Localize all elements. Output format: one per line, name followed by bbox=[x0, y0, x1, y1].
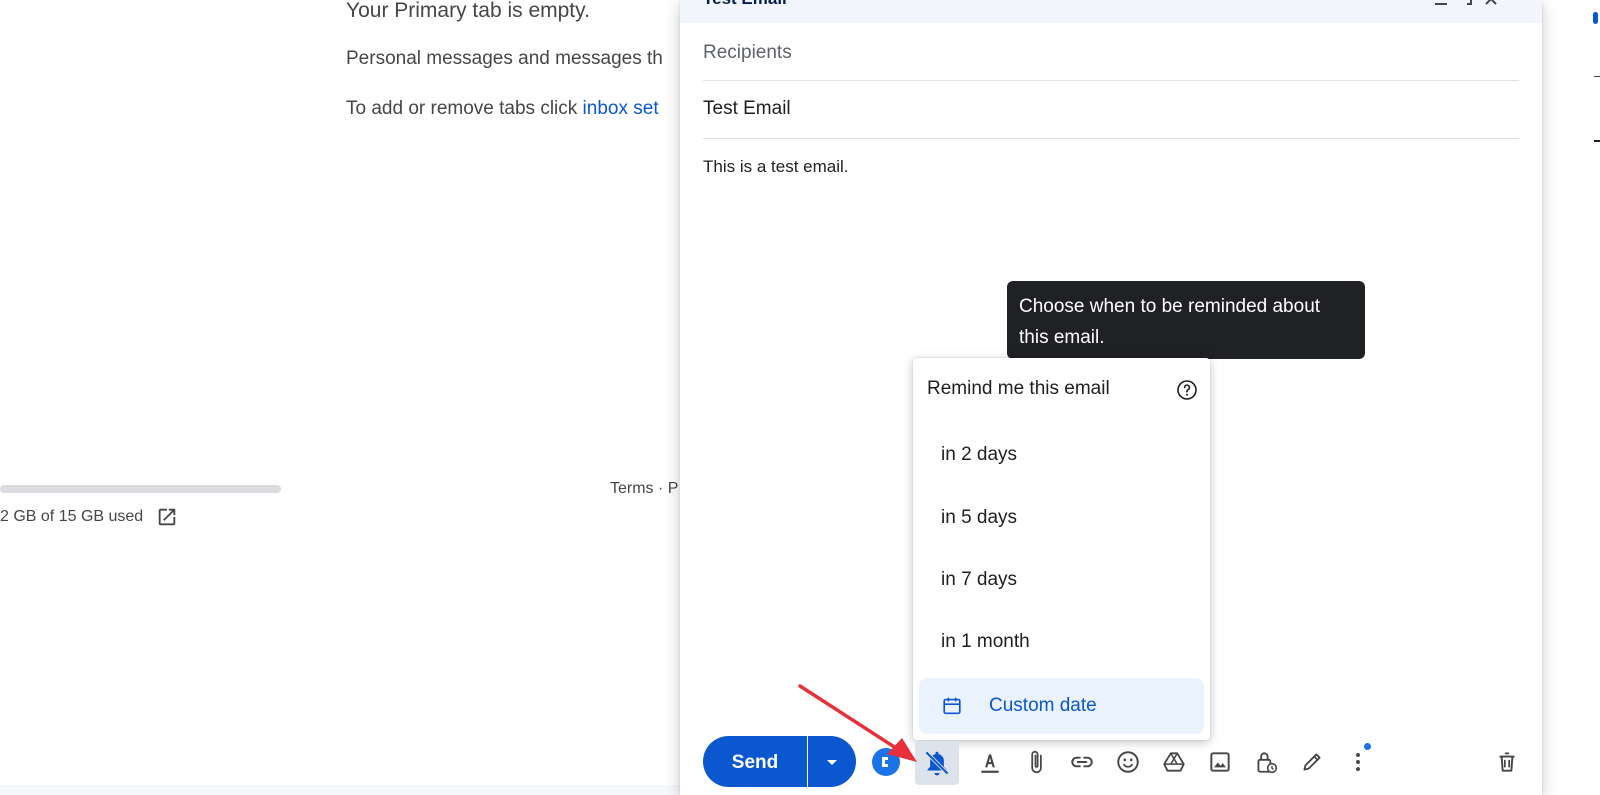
inbox-settings-link[interactable]: inbox set bbox=[583, 98, 659, 119]
empty-primary-description: Personal messages and messages th bbox=[346, 48, 663, 69]
recipients-placeholder: Recipients bbox=[703, 42, 792, 63]
signature-icon[interactable] bbox=[1296, 746, 1328, 778]
custom-date-option[interactable]: Custom date bbox=[919, 678, 1204, 734]
annotation-arrow-icon bbox=[798, 684, 917, 762]
subject-field[interactable]: Test Email bbox=[703, 85, 1519, 139]
link-icon[interactable] bbox=[1066, 746, 1098, 778]
reminder-tooltip: Choose when to be reminded about this em… bbox=[1007, 281, 1365, 359]
drive-icon[interactable] bbox=[1158, 746, 1190, 778]
external-link-icon[interactable] bbox=[156, 506, 178, 528]
subject-value: Test Email bbox=[703, 98, 791, 119]
emoji-icon[interactable] bbox=[1112, 746, 1144, 778]
more-options-icon[interactable] bbox=[1342, 743, 1374, 778]
side-panel-add-icon[interactable] bbox=[1594, 140, 1600, 142]
minimize-icon[interactable] bbox=[1432, 0, 1450, 8]
custom-date-label: Custom date bbox=[989, 695, 1097, 716]
delete-icon[interactable] bbox=[1491, 746, 1523, 778]
remind-option-5-days[interactable]: in 5 days bbox=[913, 487, 1210, 549]
bottom-band bbox=[0, 785, 680, 795]
storage-usage-text: 2 GB of 15 GB used bbox=[0, 508, 144, 525]
notification-dot bbox=[1364, 743, 1371, 750]
remind-option-label: in 7 days bbox=[941, 569, 1018, 590]
calendar-icon bbox=[943, 697, 961, 715]
send-button[interactable]: Send bbox=[703, 736, 807, 787]
footer-terms-link[interactable]: Terms · P bbox=[610, 480, 678, 498]
confidential-icon[interactable] bbox=[1250, 746, 1282, 778]
empty-primary-title: Your Primary tab is empty. bbox=[346, 0, 590, 22]
close-icon[interactable] bbox=[1482, 0, 1500, 8]
remind-option-7-days[interactable]: in 7 days bbox=[913, 549, 1210, 611]
reminder-menu-heading: Remind me this email bbox=[927, 378, 1110, 399]
side-panel-divider bbox=[1594, 76, 1600, 77]
compose-header[interactable]: Test Email bbox=[680, 0, 1542, 23]
remind-option-1-month[interactable]: in 1 month bbox=[913, 611, 1210, 673]
remind-option-label: in 1 month bbox=[941, 631, 1030, 652]
compose-title: Test Email bbox=[703, 0, 787, 9]
message-body[interactable]: This is a test email. bbox=[703, 157, 849, 177]
formatting-icon[interactable] bbox=[974, 746, 1006, 778]
tabs-hint-text: To add or remove tabs click bbox=[346, 98, 583, 119]
help-icon[interactable] bbox=[1175, 378, 1199, 402]
fullscreen-icon[interactable] bbox=[1457, 0, 1475, 8]
remind-option-label: in 2 days bbox=[941, 444, 1018, 465]
right-side-panel bbox=[1560, 0, 1600, 795]
remind-option-label: in 5 days bbox=[941, 507, 1018, 528]
remind-option-2-days[interactable]: in 2 days bbox=[913, 424, 1210, 486]
side-panel-indicator bbox=[1593, 12, 1598, 24]
empty-tabs-hint: To add or remove tabs click inbox set bbox=[346, 98, 659, 120]
attach-icon[interactable] bbox=[1020, 746, 1052, 778]
recipients-field[interactable]: Recipients bbox=[703, 28, 1519, 81]
storage-usage-bar bbox=[0, 485, 281, 493]
photo-icon[interactable] bbox=[1204, 746, 1236, 778]
